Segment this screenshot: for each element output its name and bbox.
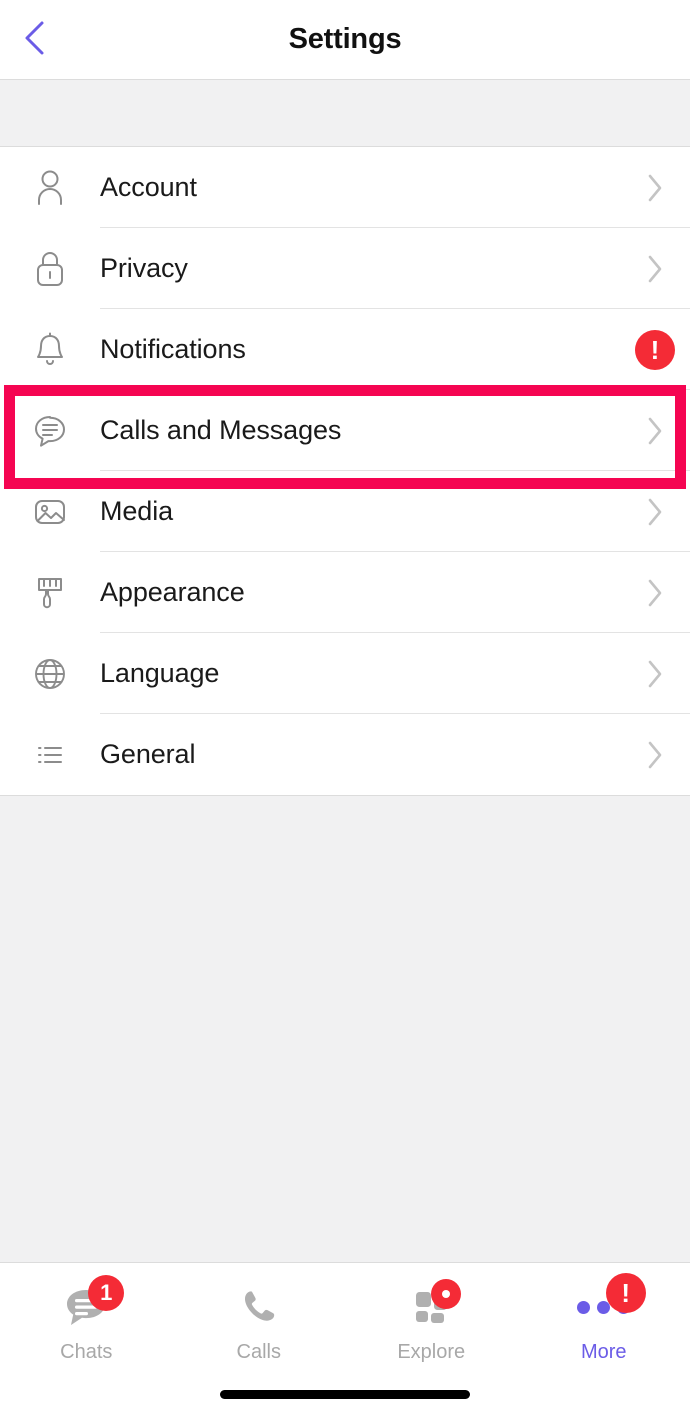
chevron-right-icon [620, 173, 690, 203]
back-button[interactable] [6, 12, 62, 68]
chat-bubble-icon [0, 409, 100, 453]
settings-row-notifications[interactable]: Notifications ! [0, 309, 690, 390]
globe-icon [0, 652, 100, 696]
tab-calls[interactable]: Calls [173, 1279, 346, 1364]
chevron-right-icon [620, 254, 690, 284]
settings-row-label: Language [100, 658, 220, 688]
list-icon [0, 733, 100, 777]
settings-row-label: General [100, 739, 196, 769]
settings-row-label: Media [100, 496, 174, 526]
grid-squares-icon [399, 1279, 463, 1335]
settings-row-media[interactable]: Media [0, 471, 690, 552]
tab-label: Explore [397, 1341, 466, 1363]
bell-icon [0, 328, 100, 372]
settings-row-calls-and-messages[interactable]: Calls and Messages [0, 390, 690, 471]
chevron-right-icon [620, 416, 690, 446]
chevron-right-icon [620, 659, 690, 689]
home-indicator [220, 1390, 470, 1399]
three-dots-icon: ! [572, 1273, 646, 1335]
settings-row-label: Privacy [100, 253, 188, 283]
chats-badge: 1 [88, 1275, 125, 1311]
settings-row-general[interactable]: General [0, 714, 690, 795]
lock-icon [0, 247, 100, 291]
settings-row-label: Notifications [100, 334, 246, 364]
tab-label: Calls [236, 1341, 281, 1363]
chevron-right-icon [620, 578, 690, 608]
chat-bubble-filled-icon: 1 [54, 1275, 125, 1335]
tab-explore[interactable]: Explore [345, 1279, 518, 1364]
chevron-right-icon [620, 497, 690, 527]
tab-more[interactable]: ! More [518, 1273, 690, 1364]
settings-row-language[interactable]: Language [0, 633, 690, 714]
tab-label: More [580, 1341, 627, 1363]
settings-row-label: Appearance [100, 577, 245, 607]
person-icon [0, 166, 100, 210]
chevron-right-icon [620, 740, 690, 770]
settings-row-appearance[interactable]: Appearance [0, 552, 690, 633]
settings-list: Account Privacy Notifications ! Calls an… [0, 147, 690, 796]
chevron-left-icon [19, 18, 49, 63]
tab-label: Chats [60, 1341, 113, 1363]
settings-row-label: Account [100, 172, 197, 202]
image-icon [0, 490, 100, 534]
navigation-header: Settings [0, 0, 690, 80]
page-title: Settings [288, 23, 402, 55]
settings-row-privacy[interactable]: Privacy [0, 228, 690, 309]
tab-chats[interactable]: 1 Chats [0, 1275, 173, 1364]
phone-icon [227, 1279, 291, 1335]
status-badge: ! [620, 329, 690, 370]
settings-row-account[interactable]: Account [0, 147, 690, 228]
more-badge: ! [605, 1273, 646, 1313]
explore-badge [431, 1279, 462, 1309]
section-spacer [0, 80, 690, 147]
paintbrush-icon [0, 571, 100, 615]
settings-row-label: Calls and Messages [100, 415, 342, 445]
alert-badge: ! [635, 329, 675, 370]
phone-screen: Settings Account Privacy Notifications !… [0, 0, 690, 1413]
